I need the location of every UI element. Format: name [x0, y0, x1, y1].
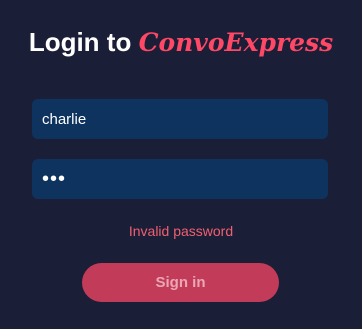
error-message: Invalid password [128, 223, 234, 239]
sign-in-button[interactable]: Sign in [82, 263, 279, 302]
page-title: Login to ConvoExpress [0, 24, 362, 61]
username-input[interactable] [32, 99, 328, 139]
title-prefix: Login to [28, 27, 132, 57]
brand-name: ConvoExpress [138, 28, 334, 57]
password-input[interactable] [32, 159, 328, 199]
